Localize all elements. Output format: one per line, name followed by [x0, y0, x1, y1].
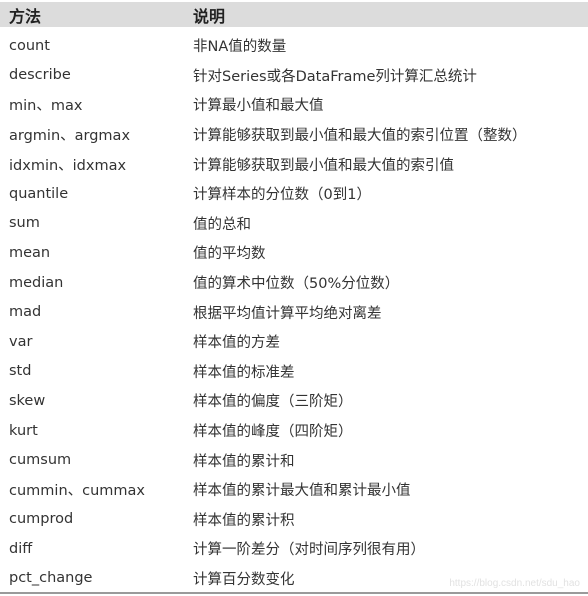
description-cell: 样本值的累计最大值和累计最小值: [193, 483, 411, 500]
description-cell: 非NA值的数量: [193, 39, 287, 56]
method-cell: cumprod: [9, 511, 74, 528]
method-cell: mean: [9, 244, 51, 261]
description-cell: 值的算术中位数（50%分位数）: [193, 276, 400, 293]
table-row: argmin、argmax 计算能够获取到最小值和最大值的索引位置（整数）: [0, 120, 588, 150]
table-row: std 样本值的标准差: [0, 357, 588, 387]
description-cell: 计算能够获取到最小值和最大值的索引值: [193, 157, 454, 174]
table-row: mean 值的平均数: [0, 238, 588, 268]
table-row: skew 样本值的偏度（三阶矩）: [0, 386, 588, 416]
watermark: https://blog.csdn.net/sdu_hao: [449, 578, 580, 589]
method-cell: cumsum: [9, 452, 72, 469]
description-cell: 针对Series或各DataFrame列计算汇总统计: [193, 68, 477, 85]
description-cell: 计算一阶差分（对时间序列很有用）: [193, 542, 425, 559]
description-cell: 样本值的峰度（四阶矩）: [193, 424, 353, 441]
description-cell: 计算能够获取到最小值和最大值的索引位置（整数）: [193, 128, 527, 145]
table-row: count 非NA值的数量: [0, 31, 588, 61]
table-row: diff 计算一阶差分（对时间序列很有用）: [0, 534, 588, 564]
table-body: count 非NA值的数量 describe 针对Series或各DataFrame列…: [0, 31, 588, 593]
description-cell: 计算最小值和最大值: [193, 98, 324, 115]
method-cell: pct_change: [9, 570, 93, 587]
method-cell: describe: [9, 67, 71, 84]
method-cell: count: [9, 37, 50, 54]
header-description: 说明: [193, 6, 226, 26]
table-row: describe 针对Series或各DataFrame列计算汇总统计: [0, 61, 588, 91]
method-cell: quantile: [9, 185, 69, 202]
method-cell: mad: [9, 304, 42, 321]
method-cell: diff: [9, 540, 33, 557]
table-row: cumprod 样本值的累计积: [0, 505, 588, 535]
table-row: kurt 样本值的峰度（四阶矩）: [0, 416, 588, 446]
description-cell: 根据平均值计算平均绝对离差: [193, 305, 382, 322]
method-cell: var: [9, 333, 33, 350]
statistics-methods-table: 方法 说明 count 非NA值的数量 describe 针对Series或各Data…: [0, 2, 588, 593]
table-row: sum 值的总和: [0, 209, 588, 239]
method-cell: std: [9, 363, 32, 380]
table-header: 方法 说明: [0, 2, 588, 27]
description-cell: 样本值的偏度（三阶矩）: [193, 394, 353, 411]
table-row: cumsum 样本值的累计和: [0, 445, 588, 475]
table-row: cummin、cummax 样本值的累计最大值和累计最小值: [0, 475, 588, 505]
method-cell: argmin、argmax: [9, 128, 131, 145]
header-method: 方法: [9, 6, 42, 26]
table-row: median 值的算术中位数（50%分位数）: [0, 268, 588, 298]
description-cell: 样本值的累计和: [193, 453, 295, 470]
method-cell: cummin、cummax: [9, 483, 146, 500]
table-row: quantile 计算样本的分位数（0到1）: [0, 179, 588, 209]
method-cell: idxmin、idxmax: [9, 157, 127, 174]
table-row: min、max 计算最小值和最大值: [0, 90, 588, 120]
description-cell: 样本值的方差: [193, 335, 280, 352]
table-bottom-rule: [0, 592, 588, 594]
description-cell: 样本值的累计积: [193, 512, 295, 529]
method-cell: median: [9, 274, 64, 291]
description-cell: 样本值的标准差: [193, 364, 295, 381]
table-row: mad 根据平均值计算平均绝对离差: [0, 297, 588, 327]
table-row: var 样本值的方差: [0, 327, 588, 357]
description-cell: 值的平均数: [193, 246, 266, 263]
description-cell: 计算样本的分位数（0到1）: [193, 187, 371, 204]
method-cell: kurt: [9, 422, 38, 439]
table-row: idxmin、idxmax 计算能够获取到最小值和最大值的索引值: [0, 149, 588, 179]
method-cell: skew: [9, 392, 46, 409]
method-cell: min、max: [9, 98, 83, 115]
description-cell: 值的总和: [193, 216, 251, 233]
method-cell: sum: [9, 215, 40, 232]
